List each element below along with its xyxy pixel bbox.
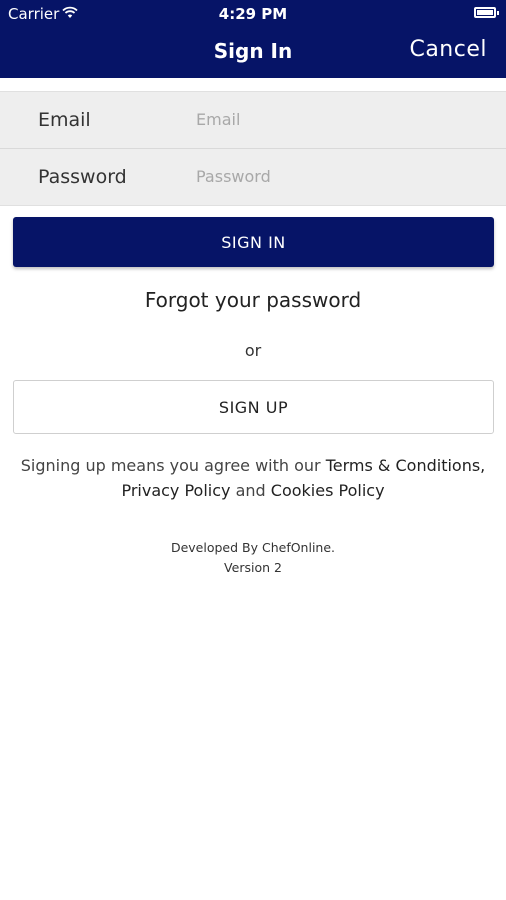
email-field[interactable] — [194, 102, 488, 136]
password-label: Password — [38, 166, 127, 188]
password-field[interactable] — [194, 159, 488, 193]
password-row: Password — [0, 148, 506, 205]
cookies-policy-link[interactable]: Cookies Policy — [271, 481, 385, 500]
status-time: 4:29 PM — [218, 5, 288, 23]
developer-credit: Developed By ChefOnline. Version 2 — [0, 538, 506, 578]
status-bar: Carrier 4:29 PM — [0, 0, 506, 28]
sign-in-button[interactable]: SIGN IN — [13, 217, 494, 267]
sign-up-button[interactable]: SIGN UP — [13, 380, 494, 434]
terms-conditions-link[interactable]: Terms & Conditions, — [326, 456, 486, 475]
developed-by-text: Developed By ChefOnline. — [170, 540, 336, 555]
terms-prefix-text: Signing up means you agree with our — [20, 456, 326, 475]
or-separator: or — [244, 341, 262, 360]
sign-up-button-label: SIGN UP — [218, 397, 289, 417]
privacy-policy-link[interactable]: Privacy Policy — [121, 481, 230, 500]
cancel-button[interactable]: Cancel — [409, 37, 487, 62]
terms-notice: Signing up means you agree with our Term… — [10, 453, 496, 503]
version-text: Version 2 — [224, 560, 282, 575]
email-row: Email — [0, 92, 506, 148]
email-label: Email — [38, 109, 91, 131]
forgot-password-link[interactable]: Forgot your password — [0, 288, 506, 312]
and-text: and — [230, 481, 271, 500]
sign-in-button-label: SIGN IN — [221, 232, 286, 252]
navigation-bar: Carrier 4:29 PM Sign In Cancel — [0, 0, 506, 78]
battery-icon — [474, 7, 499, 18]
sign-in-form: Email Password — [0, 91, 506, 206]
